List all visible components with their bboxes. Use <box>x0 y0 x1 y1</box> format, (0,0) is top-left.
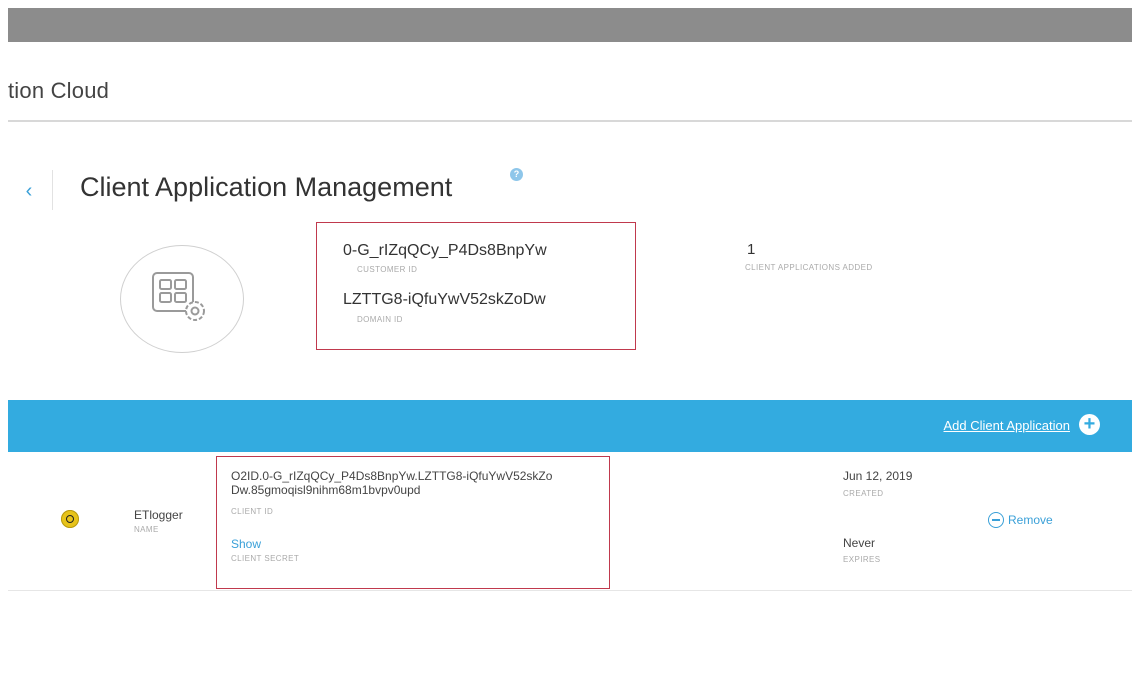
add-icon[interactable]: + <box>1079 414 1100 435</box>
customer-id-label: CUSTOMER ID <box>357 265 418 274</box>
domain-id-label: DOMAIN ID <box>357 315 403 324</box>
app-title: tion Cloud <box>8 78 110 103</box>
client-apps-toolbar: Add Client Application + <box>8 400 1132 452</box>
help-icon[interactable]: ? <box>510 168 523 181</box>
domain-id-value: LZTTG8-iQfuYwV52skZoDw <box>343 291 546 308</box>
created-label: CREATED <box>843 489 884 498</box>
ids-highlight-box: 0-G_rIZqQCy_P4Ds8BnpYw CUSTOMER ID LZTTG… <box>316 222 636 350</box>
app-grid-gear-icon <box>152 272 205 321</box>
top-bar <box>8 8 1132 42</box>
client-id-value: O2ID.0-G_rIZqQCy_P4Ds8BnpYw.LZTTG8-iQfuY… <box>231 469 553 497</box>
header-divider <box>8 120 1132 122</box>
expires-label: EXPIRES <box>843 555 881 564</box>
title-separator <box>52 170 53 210</box>
client-id-label: CLIENT ID <box>231 507 274 516</box>
expires-value: Never <box>843 536 876 550</box>
apps-count: 1 <box>747 241 756 258</box>
client-app-row: ETlogger NAME O2ID.0-G_rIZqQCy_P4Ds8BnpY… <box>8 452 1132 591</box>
page-title: Client Application Management <box>80 172 453 202</box>
credentials-highlight-box: O2ID.0-G_rIZqQCy_P4Ds8BnpYw.LZTTG8-iQfuY… <box>216 456 610 589</box>
minus-circle-icon <box>988 512 1004 528</box>
client-secret-label: CLIENT SECRET <box>231 554 300 563</box>
remove-button[interactable]: Remove <box>988 512 1053 528</box>
app-status-icon <box>61 510 79 528</box>
customer-id-value: 0-G_rIZqQCy_P4Ds8BnpYw <box>343 242 547 259</box>
back-icon[interactable]: ‹ <box>18 180 40 202</box>
created-date: Jun 12, 2019 <box>843 469 913 483</box>
apps-count-label: CLIENT APPLICATIONS ADDED <box>745 263 873 272</box>
show-secret-link[interactable]: Show <box>231 537 261 551</box>
app-avatar <box>120 245 244 353</box>
client-name-label: NAME <box>134 525 159 534</box>
client-name: ETlogger <box>134 508 183 522</box>
remove-label: Remove <box>1008 513 1053 527</box>
add-client-application-link[interactable]: Add Client Application <box>944 418 1070 433</box>
